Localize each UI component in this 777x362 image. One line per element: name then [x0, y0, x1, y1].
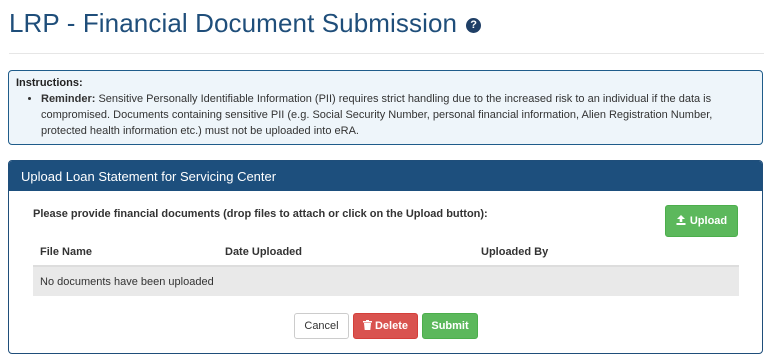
header-divider [9, 53, 764, 54]
help-icon[interactable]: ? [466, 18, 482, 33]
delete-label: Delete [374, 320, 409, 332]
column-header-date-uploaded[interactable]: Date Uploaded [218, 239, 474, 267]
table-header-row: File Name Date Uploaded Uploaded By [33, 239, 739, 267]
submit-button[interactable]: Submit [422, 313, 478, 339]
delete-button[interactable]: Delete [353, 313, 418, 339]
table-row: No documents have been uploaded [33, 266, 739, 296]
upload-panel: Upload Loan Statement for Servicing Cent… [8, 160, 763, 354]
instructions-box: Instructions: Reminder: Sensitive Person… [8, 70, 763, 145]
panel-title: Upload Loan Statement for Servicing Cent… [9, 161, 762, 191]
cancel-button[interactable]: Cancel [294, 313, 349, 339]
trash-icon [362, 319, 372, 333]
page-title: LRP - Financial Document Submission [9, 8, 458, 38]
column-header-file-name[interactable]: File Name [33, 239, 218, 267]
reminder-text: Sensitive Personally Identifiable Inform… [41, 93, 713, 137]
upload-icon [676, 214, 686, 228]
upload-label: Upload [689, 215, 728, 227]
instructions-item: Reminder: Sensitive Personally Identifia… [41, 91, 755, 139]
documents-table: File Name Date Uploaded Uploaded By No d… [33, 239, 739, 296]
page-header: LRP - Financial Document Submission ? [9, 8, 482, 39]
column-header-uploaded-by[interactable]: Uploaded By [474, 239, 739, 267]
empty-table-message: No documents have been uploaded [33, 266, 739, 296]
instructions-list: Reminder: Sensitive Personally Identifia… [16, 91, 755, 139]
action-bar: Cancel Delete Submit [294, 313, 478, 339]
reminder-label: Reminder: [41, 93, 96, 105]
upload-prompt: Please provide financial documents (drop… [33, 208, 488, 220]
instructions-heading: Instructions: [16, 77, 83, 89]
upload-button[interactable]: Upload [665, 205, 738, 237]
